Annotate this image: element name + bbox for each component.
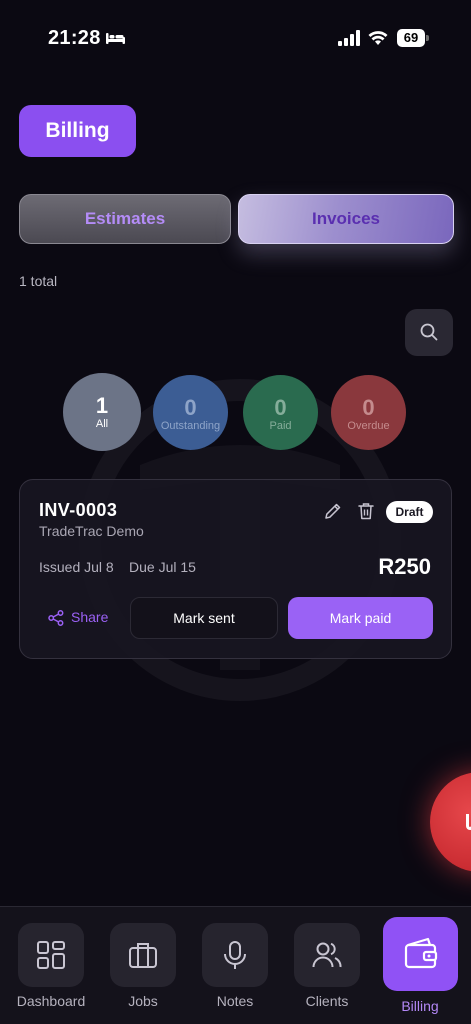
filter-label: Paid xyxy=(269,420,292,432)
nav-label: Dashboard xyxy=(16,993,86,1009)
filter-label: Overdue xyxy=(347,420,390,432)
invoice-client: TradeTrac Demo xyxy=(39,523,144,539)
filter-all[interactable]: 1 All xyxy=(63,373,141,451)
invoice-card[interactable]: INV-0003 TradeTrac Demo Draft Issued Jul… xyxy=(19,479,452,659)
status-bar: 21:28 69 xyxy=(0,0,471,70)
billing-screen: 21:28 69 Billing Estimates Invoices 1 to… xyxy=(0,0,471,1024)
tab-invoices[interactable]: Invoices xyxy=(238,194,454,244)
share-label: Share xyxy=(71,609,109,625)
filter-count: 1 xyxy=(95,393,109,418)
nav-label: Clients xyxy=(305,993,349,1009)
search-button[interactable] xyxy=(405,309,453,356)
nav-label: Jobs xyxy=(128,993,158,1009)
record-fab-button[interactable] xyxy=(430,772,471,872)
invoice-due-date: Due Jul 15 xyxy=(129,559,196,575)
nav-item-clients[interactable]: Clients xyxy=(281,907,373,1024)
microphone-icon xyxy=(466,814,471,830)
nav-item-dashboard[interactable]: Dashboard xyxy=(5,907,97,1024)
filter-paid[interactable]: 0 Paid xyxy=(243,375,318,450)
bed-icon xyxy=(106,33,125,44)
microphone-icon xyxy=(224,941,246,969)
grid-icon xyxy=(37,941,65,969)
users-icon xyxy=(312,942,342,968)
nav-item-jobs[interactable]: Jobs xyxy=(97,907,189,1024)
invoice-issued-date: Issued Jul 8 xyxy=(39,559,114,575)
status-badge: Draft xyxy=(386,501,433,523)
nav-label: Billing xyxy=(401,998,439,1014)
battery-icon: 69 xyxy=(397,29,429,47)
briefcase-icon xyxy=(129,943,157,968)
nav-label: Notes xyxy=(216,993,254,1009)
filter-count: 0 xyxy=(184,395,197,420)
page-title: Billing xyxy=(19,105,136,157)
signal-icon xyxy=(338,30,360,46)
search-icon xyxy=(420,323,438,341)
trash-icon[interactable] xyxy=(358,502,374,520)
nav-item-billing[interactable]: Billing xyxy=(374,907,466,1024)
bottom-nav: Dashboard Jobs Notes Clients Billing xyxy=(0,906,471,1024)
filter-count: 0 xyxy=(274,395,287,420)
total-count: 1 total xyxy=(19,273,58,289)
tab-estimates[interactable]: Estimates xyxy=(19,194,231,244)
filter-count: 0 xyxy=(362,395,375,420)
mark-paid-button[interactable]: Mark paid xyxy=(288,597,433,639)
mark-sent-button[interactable]: Mark sent xyxy=(130,597,278,639)
filter-overdue[interactable]: 0 Overdue xyxy=(331,375,406,450)
filter-label: Outstanding xyxy=(160,420,221,432)
filter-outstanding[interactable]: 0 Outstanding xyxy=(153,375,228,450)
status-time: 21:28 xyxy=(48,27,101,49)
nav-item-notes[interactable]: Notes xyxy=(189,907,281,1024)
wallet-icon xyxy=(404,937,438,969)
battery-level: 69 xyxy=(397,29,425,47)
edit-icon[interactable] xyxy=(324,502,342,520)
share-icon xyxy=(48,610,64,626)
filter-label: All xyxy=(95,418,109,430)
invoice-number: INV-0003 xyxy=(39,500,118,520)
wifi-icon xyxy=(368,31,388,45)
invoice-amount: R250 xyxy=(378,554,431,579)
